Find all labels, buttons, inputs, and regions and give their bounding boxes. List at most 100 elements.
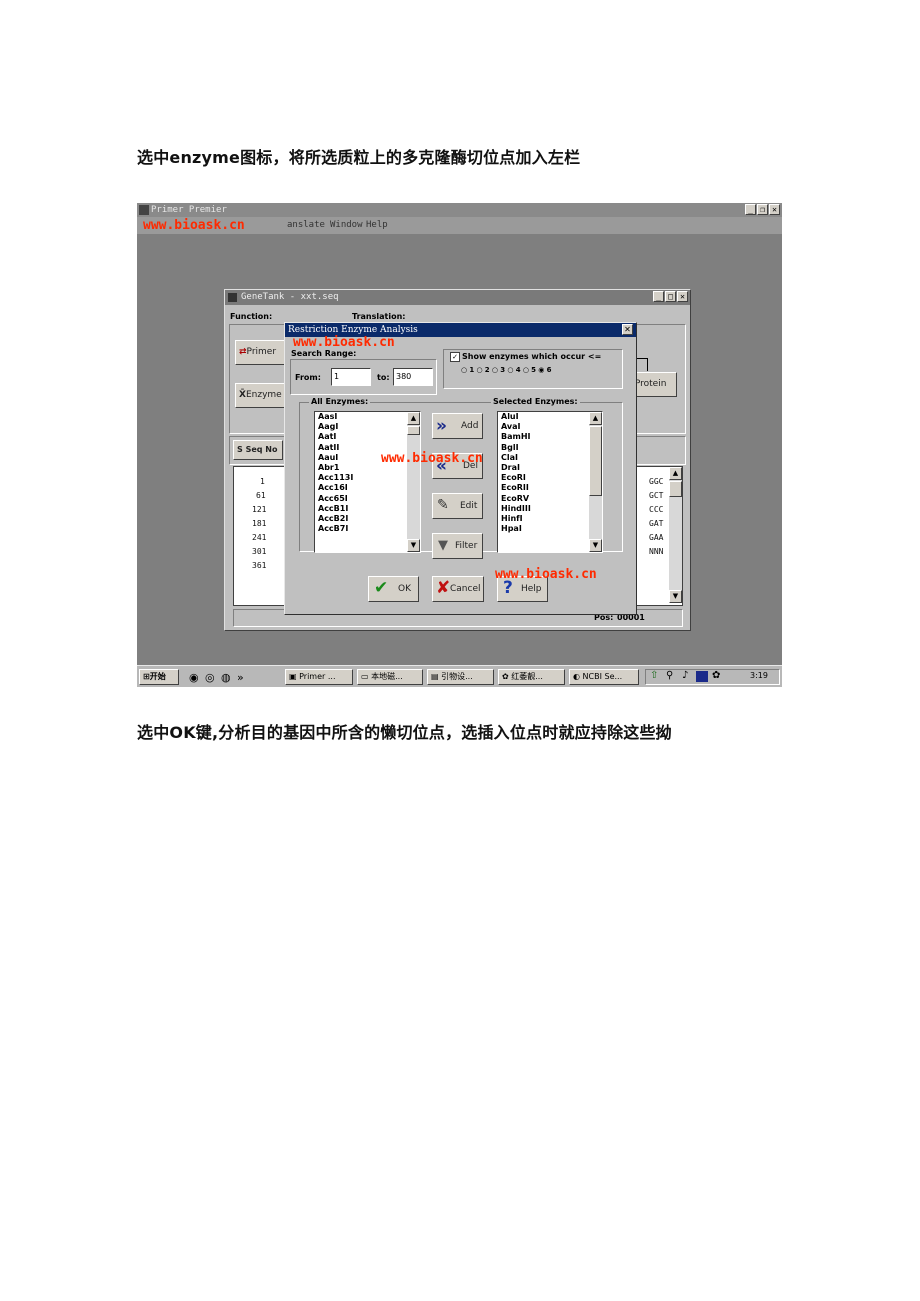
radio-option-4[interactable]: ○ 4 bbox=[507, 366, 520, 374]
folder-icon: ▭ bbox=[361, 672, 369, 681]
seq-no-label: Seq No bbox=[245, 445, 278, 454]
scroll-down-icon[interactable]: ▼ bbox=[669, 590, 682, 603]
edit-button-label: Edit bbox=[460, 501, 478, 511]
close-icon[interactable]: ✕ bbox=[769, 204, 780, 215]
all-enzymes-label: All Enzymes: bbox=[309, 397, 371, 406]
selected-enzymes-list[interactable]: AluI AvaI BamHI BglI ClaI DraI EcoRI Eco… bbox=[497, 411, 603, 553]
double-right-arrow-icon: » bbox=[436, 416, 447, 436]
primer-button[interactable]: ⇄Primer bbox=[235, 340, 285, 365]
watermark-text: www.bioask.cn bbox=[495, 567, 597, 582]
list-item[interactable]: HinfI bbox=[498, 514, 602, 524]
pencil-icon: ✎ bbox=[437, 497, 449, 513]
menu-window[interactable]: Window bbox=[330, 217, 363, 234]
list-item[interactable]: AccB7I bbox=[315, 524, 420, 534]
app-icon bbox=[139, 205, 149, 215]
list-item[interactable]: AvaI bbox=[498, 422, 602, 432]
filter-button[interactable]: ▼ Filter bbox=[432, 533, 483, 559]
list-item[interactable]: ClaI bbox=[498, 453, 602, 463]
to-input[interactable]: 380 bbox=[393, 368, 433, 386]
dialog-close-icon[interactable]: ✕ bbox=[622, 324, 633, 335]
task-primer-design[interactable]: ▤ 引物设... bbox=[427, 669, 494, 685]
list-item[interactable]: AasI bbox=[315, 412, 420, 422]
sequence-scrollbar[interactable]: ▲ ▼ bbox=[669, 467, 682, 603]
tray-network-icon[interactable]: ⚲ bbox=[666, 670, 673, 681]
list-item[interactable]: HpaI bbox=[498, 524, 602, 534]
list-item[interactable]: EcoRV bbox=[498, 494, 602, 504]
menu-help[interactable]: Help bbox=[366, 217, 388, 234]
scroll-up-icon[interactable]: ▲ bbox=[589, 412, 602, 425]
list-item[interactable]: AluI bbox=[498, 412, 602, 422]
list-item[interactable]: BamHI bbox=[498, 432, 602, 442]
scroll-down-icon[interactable]: ▼ bbox=[589, 539, 602, 552]
list-item[interactable]: AagI bbox=[315, 422, 420, 432]
genetank-minimize-icon[interactable]: _ bbox=[653, 291, 664, 302]
watermark-text: www.bioask.cn bbox=[143, 218, 245, 233]
all-enzymes-list[interactable]: AasI AagI AatI AatII AauI Abr1 Acc113I A… bbox=[314, 411, 421, 553]
scroll-up-icon[interactable]: ▲ bbox=[407, 412, 420, 425]
quicklaunch-desktop-icon[interactable]: ◍ bbox=[221, 671, 231, 684]
seq-tail: NNN bbox=[649, 547, 664, 556]
task-ncbi[interactable]: ◐ NCBI Se... bbox=[569, 669, 639, 685]
scroll-thumb[interactable] bbox=[669, 481, 682, 497]
ok-button[interactable]: ✔ OK bbox=[368, 576, 419, 602]
scroll-thumb[interactable] bbox=[407, 426, 420, 435]
app-titlebar: Primer Premier _ ❐ ✕ bbox=[137, 203, 782, 217]
radio-option-6[interactable]: ◉ 6 bbox=[538, 366, 551, 374]
tray-ime-icon[interactable] bbox=[696, 671, 708, 682]
tray-clock: 3:19 bbox=[750, 671, 768, 680]
list-item[interactable]: Acc113I bbox=[315, 473, 420, 483]
start-button[interactable]: ⊞开始 bbox=[139, 669, 179, 685]
caption-top: 选中enzyme图标，将所选质粒上的多克隆酶切位点加入左栏 bbox=[137, 148, 581, 167]
tray-volume-icon[interactable]: ♪ bbox=[682, 670, 688, 681]
radio-option-2[interactable]: ○ 2 bbox=[476, 366, 489, 374]
list-item[interactable]: DraI bbox=[498, 463, 602, 473]
from-input[interactable]: 1 bbox=[331, 368, 371, 386]
help-button-label: Help bbox=[521, 584, 542, 594]
radio-option-3[interactable]: ○ 3 bbox=[492, 366, 505, 374]
quicklaunch-more-icon[interactable]: » bbox=[237, 671, 244, 684]
quicklaunch-ie-icon[interactable]: ◉ bbox=[189, 671, 199, 684]
watermark-text: www.bioask.cn bbox=[293, 335, 395, 350]
minimize-icon[interactable]: _ bbox=[745, 204, 756, 215]
restore-icon[interactable]: ❐ bbox=[757, 204, 768, 215]
list-item[interactable]: EcoRII bbox=[498, 483, 602, 493]
scroll-up-icon[interactable]: ▲ bbox=[669, 467, 682, 480]
list-item[interactable]: HindIII bbox=[498, 504, 602, 514]
task-primer[interactable]: ▣ Primer ... bbox=[285, 669, 353, 685]
tray-messenger-icon[interactable]: ✿ bbox=[712, 670, 720, 681]
all-enzymes-scrollbar[interactable]: ▲ ▼ bbox=[407, 412, 420, 552]
seq-no-button[interactable]: S Seq No bbox=[233, 440, 283, 460]
genetank-close-icon[interactable]: ✕ bbox=[677, 291, 688, 302]
selected-enzymes-scrollbar[interactable]: ▲ ▼ bbox=[589, 412, 602, 552]
cancel-button[interactable]: ✘ Cancel bbox=[432, 576, 484, 602]
chat-icon: ✿ bbox=[502, 672, 509, 681]
edit-button[interactable]: ✎ Edit bbox=[432, 493, 483, 519]
task-chat[interactable]: ✿ 红萎靓... bbox=[498, 669, 565, 685]
tray-arrow-icon[interactable]: ⇧ bbox=[650, 670, 658, 681]
genetank-icon bbox=[228, 293, 237, 302]
scroll-down-icon[interactable]: ▼ bbox=[407, 539, 420, 552]
genetank-titlebar: GeneTank - xxt.seq _ □ ✕ bbox=[225, 290, 690, 305]
scroll-thumb[interactable] bbox=[589, 426, 602, 496]
genetank-maximize-icon[interactable]: □ bbox=[665, 291, 676, 302]
list-item[interactable]: EcoRI bbox=[498, 473, 602, 483]
show-enzymes-checkbox[interactable]: ✓ bbox=[450, 352, 460, 362]
list-item[interactable]: AccB1I bbox=[315, 504, 420, 514]
list-item[interactable]: Acc65I bbox=[315, 494, 420, 504]
list-item[interactable]: Acc16I bbox=[315, 483, 420, 493]
list-item[interactable]: AatI bbox=[315, 432, 420, 442]
add-button[interactable]: » Add bbox=[432, 413, 483, 439]
menu-translate[interactable]: anslate bbox=[287, 217, 325, 234]
screenshot: Primer Premier _ ❐ ✕ anslate Window Help… bbox=[137, 203, 782, 687]
add-button-label: Add bbox=[461, 421, 479, 431]
radio-option-5[interactable]: ○ 5 bbox=[523, 366, 536, 374]
seq-line-number: 301 bbox=[252, 547, 267, 556]
quicklaunch-browser-icon[interactable]: ◎ bbox=[205, 671, 215, 684]
task-local-disk[interactable]: ▭ 本地磁... bbox=[357, 669, 423, 685]
enzyme-button[interactable]: X̄Enzyme bbox=[235, 383, 285, 408]
list-item[interactable]: AccB2I bbox=[315, 514, 420, 524]
translation-label: Translation: bbox=[352, 312, 406, 321]
radio-option-1[interactable]: ○ 1 bbox=[461, 366, 474, 374]
seq-line-number: 241 bbox=[252, 533, 267, 542]
list-item[interactable]: BglI bbox=[498, 443, 602, 453]
